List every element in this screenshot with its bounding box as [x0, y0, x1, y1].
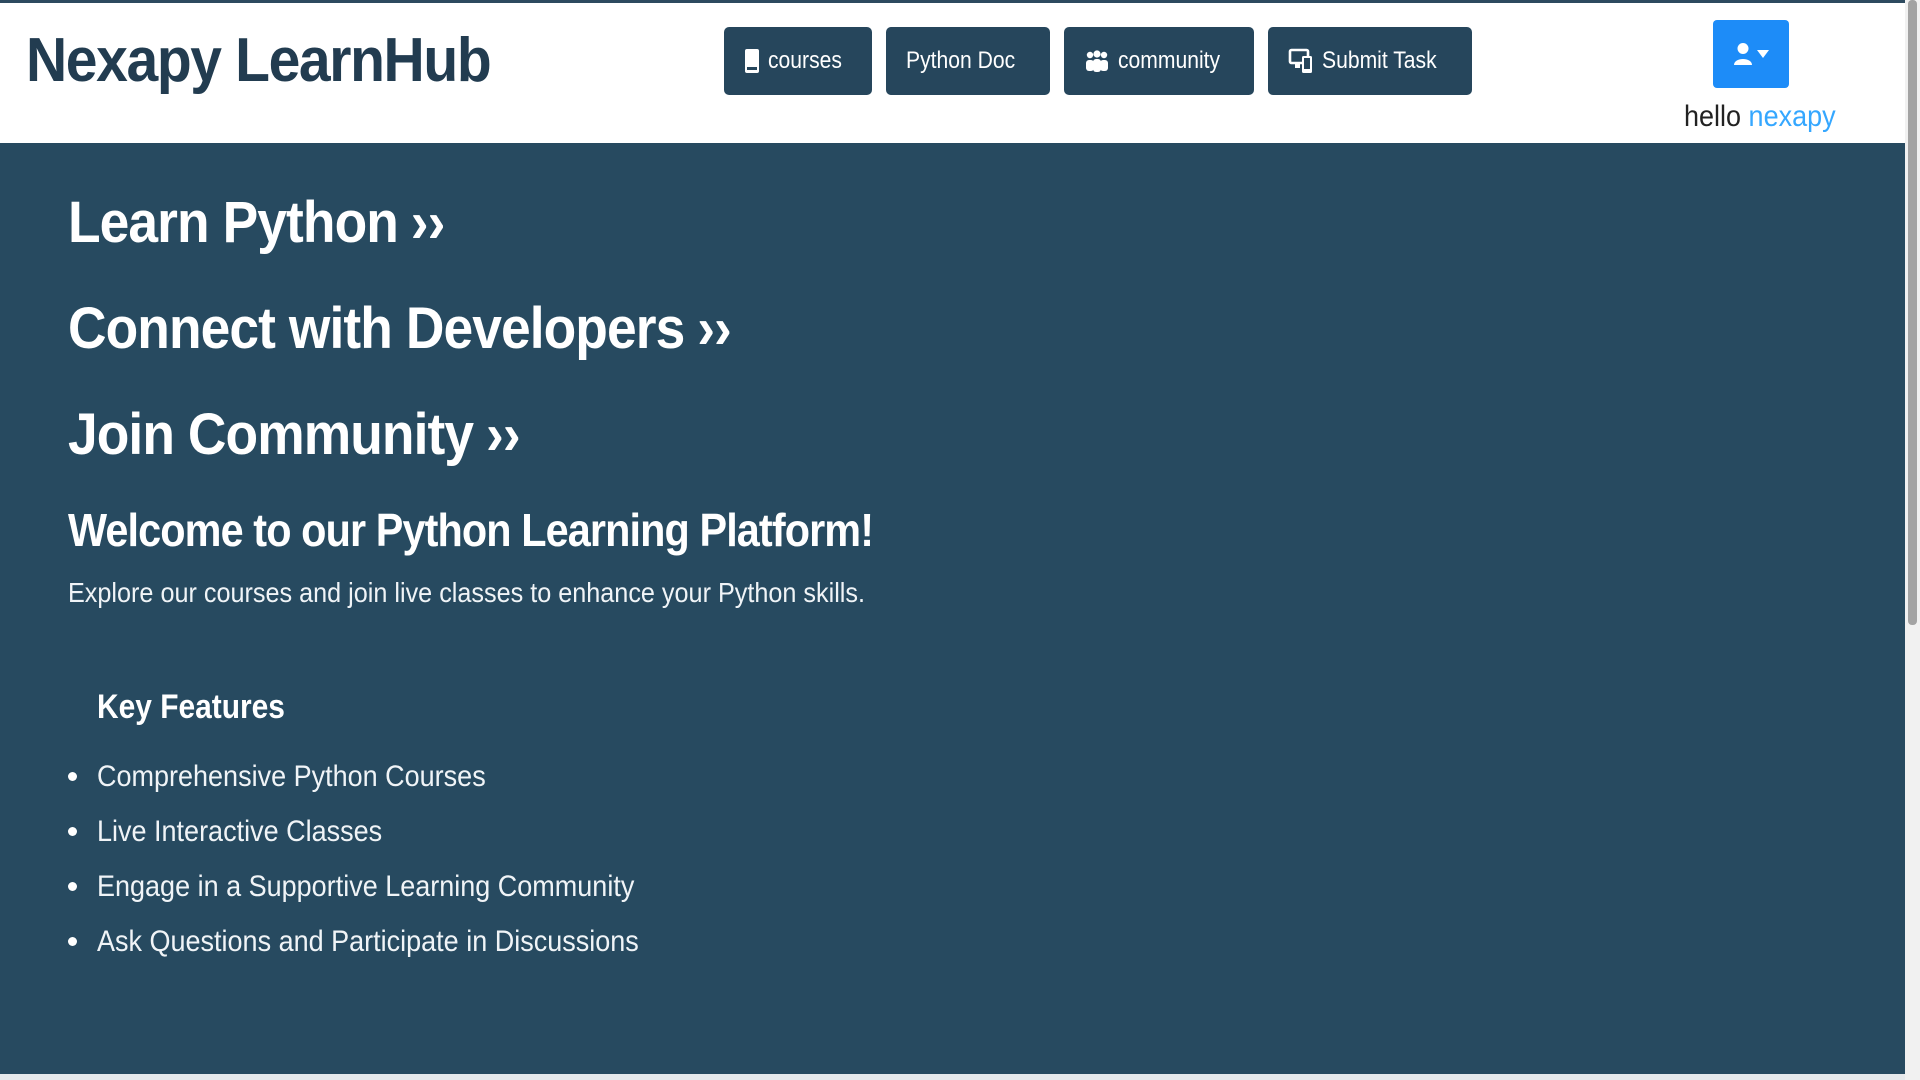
page: Nexapy LearnHub courses Python Doc commu… — [0, 0, 1920, 1080]
page-footer-edge — [0, 1074, 1905, 1080]
list-item: Live Interactive Classes — [68, 804, 699, 859]
feature-text: Ask Questions and Participate in Discuss… — [97, 924, 639, 958]
site-header: Nexapy LearnHub courses Python Doc commu… — [0, 3, 1905, 143]
caret-down-icon — [1757, 50, 1769, 58]
join-community-label: Join Community — [68, 402, 474, 467]
intro-text: Explore our courses and join live classe… — [68, 577, 866, 608]
join-community-link[interactable]: Join Community ›› — [68, 401, 521, 468]
courses-button[interactable]: courses — [724, 27, 873, 95]
book-icon — [745, 49, 759, 73]
community-button[interactable]: community — [1064, 27, 1255, 95]
scrollbar-thumb[interactable] — [1908, 0, 1917, 625]
bullet-icon — [68, 882, 77, 891]
hero-section: Learn Python ›› Connect with Developers ››… — [0, 143, 1905, 1074]
greeting-prefix: hello — [1684, 100, 1742, 133]
feature-text: Comprehensive Python Courses — [97, 759, 486, 793]
python-doc-label: Python Doc — [906, 47, 1016, 74]
main-nav: courses Python Doc community Submit Task — [724, 27, 1473, 95]
vertical-scrollbar[interactable] — [1905, 0, 1920, 1080]
users-icon — [1086, 50, 1109, 72]
community-label: community — [1118, 47, 1221, 74]
welcome-heading: Welcome to our Python Learning Platform! — [68, 504, 874, 556]
user-icon — [1734, 43, 1752, 65]
features-list: Comprehensive Python Courses Live Intera… — [68, 749, 699, 969]
python-doc-button[interactable]: Python Doc — [886, 27, 1051, 95]
learn-python-label: Learn Python — [68, 190, 399, 255]
learn-python-link[interactable]: Learn Python ›› — [68, 189, 445, 256]
devices-icon — [1288, 48, 1313, 73]
feature-text: Engage in a Supportive Learning Communit… — [97, 869, 635, 903]
chevron-right-icon: ›› — [410, 190, 446, 255]
features-title: Key Features — [97, 688, 285, 726]
user-greeting: hello nexapy — [1684, 100, 1836, 134]
bullet-icon — [68, 827, 77, 836]
feature-text: Live Interactive Classes — [97, 814, 383, 848]
list-item: Engage in a Supportive Learning Communit… — [68, 859, 699, 914]
submit-task-button[interactable]: Submit Task — [1268, 27, 1473, 95]
chevron-right-icon: ›› — [485, 402, 521, 467]
bullet-icon — [68, 937, 77, 946]
username: nexapy — [1748, 100, 1836, 133]
bullet-icon — [68, 772, 77, 781]
list-item: Comprehensive Python Courses — [68, 749, 699, 804]
courses-label: courses — [768, 47, 842, 74]
submit-task-label: Submit Task — [1322, 47, 1437, 74]
user-menu-button[interactable] — [1713, 20, 1789, 88]
chevron-right-icon: ›› — [697, 296, 732, 361]
connect-developers-link[interactable]: Connect with Developers ›› — [68, 295, 732, 362]
connect-developers-label: Connect with Developers — [68, 296, 685, 361]
brand-logo-text[interactable]: Nexapy LearnHub — [26, 25, 492, 96]
list-item: Ask Questions and Participate in Discuss… — [68, 914, 699, 969]
